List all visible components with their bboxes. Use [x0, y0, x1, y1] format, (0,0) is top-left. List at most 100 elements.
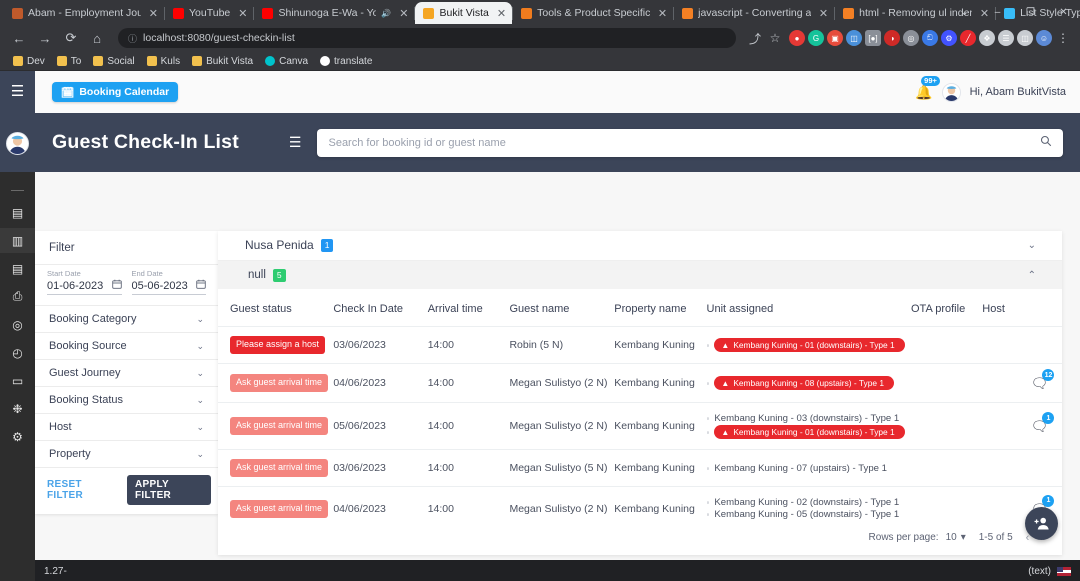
sidebar-item-reports[interactable]: ⎙ [0, 284, 35, 309]
filter-section-guest-journey[interactable]: Guest Journey ⌄ [35, 359, 218, 386]
booking-calendar-button[interactable]: 🗓 Booking Calendar [52, 82, 179, 102]
chevron-down-icon[interactable]: ⌄ [196, 368, 204, 379]
bookmark-item[interactable]: Kuls [142, 56, 185, 67]
apply-filter-button[interactable]: APPLY FILTER [127, 475, 211, 505]
search-input[interactable]: Search for booking id or guest name [328, 137, 1040, 149]
status-badge[interactable]: Ask guest arrival time [230, 459, 329, 478]
address-bar[interactable]: ⓘ localhost:8080/guest-checkin-list [118, 28, 736, 48]
bookmark-item[interactable]: translate [315, 56, 377, 67]
chevron-up-icon[interactable]: ⌃ [1028, 270, 1036, 281]
reset-filter-button[interactable]: RESET FILTER [42, 476, 121, 504]
group-row-area[interactable]: Nusa Penida 1 ⌄ [218, 231, 1062, 261]
filter-section-property[interactable]: Property ⌄ [35, 440, 218, 467]
forward-icon[interactable]: → [34, 27, 56, 49]
highlight-extension-icon[interactable]: ╱ [960, 30, 976, 46]
tab-close-icon[interactable]: ✕ [146, 7, 158, 20]
chat-button[interactable]: 🗨1 [1030, 412, 1056, 436]
reading-list-icon[interactable]: ☰ [998, 30, 1014, 46]
user-avatar[interactable] [941, 82, 961, 102]
bookmark-item[interactable]: To [52, 56, 87, 67]
browser-tab[interactable]: Shinunoga E-Wa - You 🔊 ✕ [254, 2, 414, 24]
browser-tab[interactable]: Bukit Vista ✕ [415, 2, 513, 24]
sidepanel-icon[interactable]: ◫ [1017, 30, 1033, 46]
tab-mute-icon[interactable]: 🔊 [381, 9, 391, 18]
tab-close-icon[interactable]: ✕ [235, 7, 247, 20]
table-row[interactable]: Ask guest arrival time 04/06/2023 14:00 Meg… [218, 486, 1062, 521]
settings-extension-icon[interactable]: ⚙ [941, 30, 957, 46]
start-date-calendar-icon[interactable] [111, 279, 122, 292]
tab-close-icon[interactable]: ✕ [494, 7, 506, 20]
window-maximize-icon[interactable]: ❐ [1014, 7, 1047, 18]
profile-avatar-icon[interactable]: ☺ [1036, 30, 1052, 46]
share-icon[interactable]: ⤴ [746, 30, 764, 47]
table-row[interactable]: Ask guest arrival time 03/06/2023 14:00 Meg… [218, 449, 1062, 488]
unit-alert-pill[interactable]: ▲ Kembang Kuning - 01 (downstairs) - Type… [714, 425, 905, 440]
bracket-extension-icon[interactable]: [●] [865, 30, 881, 46]
sidebar-item-dashboard[interactable]: ▤ [0, 200, 35, 225]
sidebar-item-history[interactable]: ◴ [0, 340, 35, 365]
end-date-value[interactable]: 05-06-2023 [132, 280, 188, 292]
reload-icon[interactable]: ⟳ [60, 27, 82, 49]
window-close-icon[interactable]: ✕ [1047, 7, 1080, 18]
bookmark-item[interactable]: Canva [260, 56, 313, 67]
sidebar-item-checkin-list[interactable]: ▥ [0, 228, 35, 253]
tab-close-icon[interactable]: ✕ [816, 7, 828, 20]
chevron-down-icon[interactable]: ⌄ [196, 449, 204, 460]
start-date-field[interactable]: Start Date 01-06-2023 [47, 269, 122, 295]
rail-hamburger-icon[interactable]: ☰ [11, 84, 24, 99]
browser-tab[interactable]: Tools & Product Specifica ✕ [513, 2, 673, 24]
table-row[interactable]: Please assign a host 03/06/2023 14:00 Robin… [218, 326, 1062, 365]
table-row[interactable]: Ask guest arrival time 04/06/2023 14:00 Meg… [218, 363, 1062, 404]
filter-section-booking-status[interactable]: Booking Status ⌄ [35, 386, 218, 413]
filter-section-booking-category[interactable]: Booking Category ⌄ [35, 305, 218, 332]
browser-tab[interactable]: Abam - Employment Journ ✕ [4, 2, 164, 24]
status-badge[interactable]: Ask guest arrival time [230, 417, 329, 436]
color-picker-extension-icon[interactable]: ◫ [846, 30, 862, 46]
search-box[interactable]: Search for booking id or guest name [317, 128, 1063, 157]
bookmark-item[interactable]: Bukit Vista [187, 56, 258, 67]
rows-per-page-select[interactable]: 10 ▾ [946, 532, 966, 543]
add-guest-fab[interactable] [1025, 507, 1058, 540]
puzzle-extensions-icon[interactable]: ❖ [979, 30, 995, 46]
sidebar-item-bookings[interactable]: ▤ [0, 256, 35, 281]
search-icon[interactable] [1040, 135, 1052, 150]
site-info-icon[interactable]: ⓘ [128, 32, 137, 45]
adblock-extension-icon[interactable]: ● [789, 30, 805, 46]
bookmark-star-icon[interactable]: ☆ [766, 31, 784, 45]
tab-close-icon[interactable]: ✕ [655, 7, 667, 20]
unit-alert-pill[interactable]: ▲ Kembang Kuning - 01 (downstairs) - Type… [714, 338, 905, 353]
group-row-sub[interactable]: null 5 ⌃ [218, 260, 1062, 290]
status-badge[interactable]: Ask guest arrival time [230, 499, 329, 518]
bitwarden-extension-icon[interactable]: ◑ [884, 30, 900, 46]
filter-toggle-icon[interactable]: ☰ [289, 134, 302, 151]
sidebar-item-support[interactable]: ◎ [0, 312, 35, 337]
bookmark-item[interactable]: Dev [8, 56, 50, 67]
status-badge[interactable]: Ask guest arrival time [230, 374, 329, 393]
browser-tab[interactable]: javascript - Converting an ✕ [674, 2, 834, 24]
sidebar-item-settings[interactable]: ⚙ [0, 424, 35, 449]
sidebar-item-payments[interactable]: ▭ [0, 368, 35, 393]
chevron-down-icon[interactable]: ⌄ [196, 341, 204, 352]
chevron-down-icon[interactable]: ⌄ [196, 422, 204, 433]
chrome-menu-icon[interactable]: ⋮ [1054, 31, 1072, 45]
home-icon[interactable]: ⌂ [86, 27, 108, 49]
table-row[interactable]: Ask guest arrival time 05/06/2023 14:00 Meg… [218, 402, 1062, 451]
screenshot-extension-icon[interactable]: ▣ [827, 30, 843, 46]
grammarly-extension-icon[interactable]: G [808, 30, 824, 46]
notifications-bell[interactable]: 🔔 99+ [915, 75, 940, 101]
chevron-down-icon[interactable]: ⌄ [196, 395, 204, 406]
browser-tab[interactable]: YouTube ✕ [165, 2, 253, 24]
chevron-down-icon[interactable]: ⌄ [196, 314, 204, 325]
chevron-down-icon[interactable]: ⌄ [1028, 240, 1036, 251]
rail-avatar[interactable] [6, 132, 29, 155]
end-date-field[interactable]: End Date 05-06-2023 [131, 269, 206, 295]
sidebar-item-integrations[interactable]: ❉ [0, 396, 35, 421]
unit-alert-pill[interactable]: ▲ Kembang Kuning - 08 (upstairs) - Type 1 [714, 376, 894, 391]
start-date-value[interactable]: 01-06-2023 [47, 280, 103, 292]
back-icon[interactable]: ← [8, 27, 30, 49]
bookmark-item[interactable]: Social [88, 56, 139, 67]
chat-button[interactable]: 🗨 12 [1030, 369, 1056, 393]
filter-section-host[interactable]: Host ⌄ [35, 413, 218, 440]
loom-extension-icon[interactable]: ◎ [903, 30, 919, 46]
end-date-calendar-icon[interactable] [196, 279, 206, 292]
